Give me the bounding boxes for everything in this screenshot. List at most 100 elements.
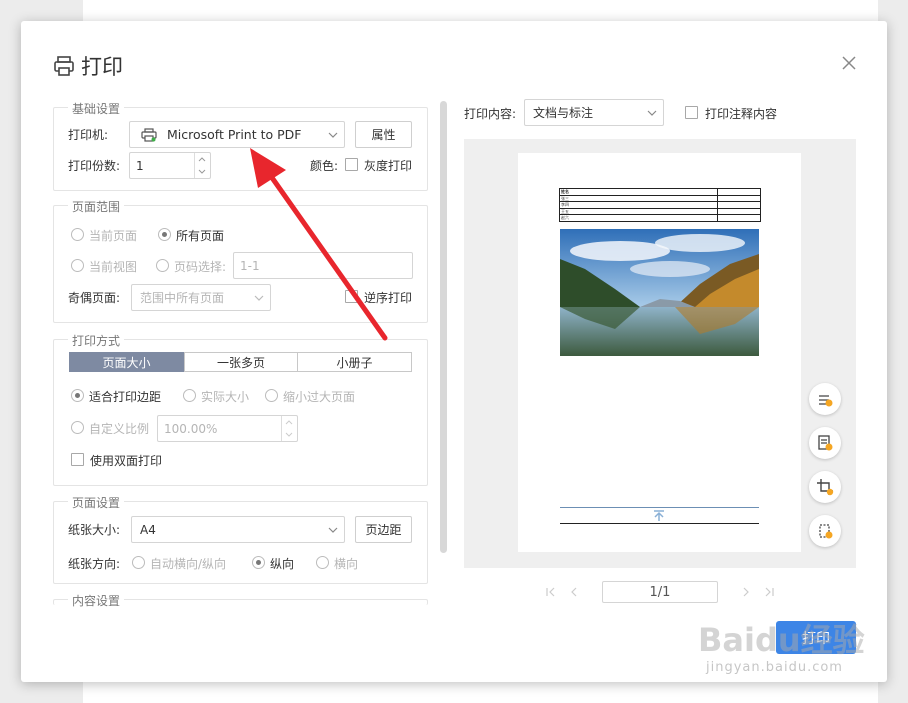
landscape-photo [560,229,759,356]
page-footer-line-bottom [560,523,759,524]
chevron-down-icon [647,110,657,116]
page-select-input[interactable]: 1-1 [233,252,413,279]
grayscale-label[interactable]: 灰度打印 [364,157,412,174]
duplex-label[interactable]: 使用双面打印 [90,452,162,469]
settings-scrollbar[interactable] [440,101,447,553]
content-settings-legend: 内容设置 [68,592,125,609]
actual-size-radio[interactable] [183,389,196,402]
margins-button[interactable]: 页边距 [355,516,412,543]
paper-size-select[interactable]: A4 [131,516,345,543]
printer-label: 打印机: [68,128,109,142]
grayscale-checkbox[interactable] [345,158,358,171]
page-settings-button[interactable] [809,427,841,459]
custom-scale-input[interactable]: 100.00% [157,415,298,442]
print-annotation-checkbox[interactable] [685,106,698,119]
page-range-legend: 页面范围 [68,198,125,215]
printer-small-icon [141,127,157,142]
page-indicator[interactable]: 1/1 [602,581,718,603]
preview-table: 姓名 张三 李四 王五 赵六 [559,188,762,222]
chevron-down-icon [328,132,338,138]
next-page-icon[interactable] [740,586,752,598]
custom-scale-radio[interactable] [71,421,84,434]
print-content-select[interactable]: 文档与标注 [524,99,664,126]
printer-select[interactable]: Microsoft Print to PDF [129,121,345,148]
printer-value: Microsoft Print to PDF [167,127,302,142]
preview-area: 姓名 张三 李四 王五 赵六 [464,139,856,568]
crop-button[interactable] [809,471,841,503]
properties-button[interactable]: 属性 [355,121,412,148]
portrait-radio[interactable] [252,556,265,569]
chevron-down-icon [254,295,264,301]
basic-settings-group: 基础设置 打印机: Microsoft Print to PDF 属性 打印份数… [53,100,428,191]
baidu-watermark-url: jingyan.baidu.com [706,660,843,675]
document-icon [818,435,833,451]
fit-width-icon [819,395,833,407]
chevron-down-icon[interactable] [195,166,209,178]
landscape-radio[interactable] [316,556,329,569]
zoom-fit-button[interactable] [809,383,841,415]
last-page-icon[interactable] [763,586,775,598]
dialog-title: 打印 [53,51,123,81]
print-mode-group: 打印方式 页面大小 一张多页 小册子 适合打印边距 实际大小 缩小过大页面 自定… [53,332,428,486]
copies-input[interactable]: 1 [129,152,211,179]
page-range-group: 页面范围 当前页面 所有页面 当前视图 页码选择: 1-1 奇偶页面: 范围中所… [53,198,428,323]
chevron-down-icon [328,527,338,533]
tab-multi-page[interactable]: 一张多页 [184,352,298,372]
printer-icon [54,56,74,76]
odd-even-select[interactable]: 范围中所有页面 [131,284,271,311]
odd-even-value: 范围中所有页面 [140,291,225,305]
crop-icon [817,479,834,496]
color-label: 颜色: [310,159,339,173]
paper-size-value: A4 [140,522,156,537]
auto-orientation-radio[interactable] [132,556,145,569]
duplex-checkbox[interactable] [71,453,84,466]
custom-scale-stepper[interactable] [281,416,297,441]
table-cell: 赵六 [559,214,718,222]
portrait-label[interactable]: 纵向 [270,555,294,572]
current-page-label[interactable]: 当前页面 [89,227,137,244]
tab-booklet[interactable]: 小册子 [297,352,412,372]
chevron-down-icon[interactable] [282,429,296,441]
page-footer-line-top [560,507,759,508]
basic-settings-legend: 基础设置 [68,100,125,117]
page-setup-legend: 页面设置 [68,494,125,511]
reverse-checkbox[interactable] [345,290,358,303]
page-select-label[interactable]: 页码选择: [174,258,226,275]
rotate-button[interactable] [809,515,841,547]
chevron-up-icon[interactable] [195,153,209,165]
copies-stepper[interactable] [194,153,210,178]
table-row: 赵六 [559,214,762,222]
landscape-label[interactable]: 横向 [334,555,358,572]
shrink-large-radio[interactable] [265,389,278,402]
print-mode-legend: 打印方式 [68,332,125,349]
custom-scale-label[interactable]: 自定义比例 [89,420,149,437]
auto-orientation-label[interactable]: 自动横向/纵向 [150,555,226,572]
first-page-icon[interactable] [545,586,557,598]
table-cell [716,214,762,222]
page-select-radio[interactable] [156,259,169,272]
current-page-radio[interactable] [71,228,84,241]
print-annotation-label[interactable]: 打印注释内容 [705,105,777,122]
reverse-label[interactable]: 逆序打印 [364,289,412,306]
tab-page-size[interactable]: 页面大小 [69,352,184,372]
content-settings-group: 内容设置 [53,592,428,609]
page-select-placeholder: 1-1 [240,258,260,273]
copies-value: 1 [136,158,144,173]
collapse-arrow-icon[interactable] [652,510,666,522]
fit-margin-radio[interactable] [71,389,84,402]
odd-even-label: 奇偶页面: [68,291,121,305]
fit-margin-label[interactable]: 适合打印边距 [89,388,161,405]
close-icon[interactable] [841,55,857,71]
print-content-value: 文档与标注 [533,106,594,120]
all-pages-label[interactable]: 所有页面 [176,227,224,244]
all-pages-radio[interactable] [158,228,171,241]
prev-page-icon[interactable] [568,586,580,598]
print-dialog: 打印 基础设置 打印机: Microsoft Print to PDF 属性 打… [21,21,887,682]
current-view-label[interactable]: 当前视图 [89,258,137,275]
current-view-radio[interactable] [71,259,84,272]
chevron-up-icon[interactable] [282,416,296,428]
actual-size-label[interactable]: 实际大小 [201,388,249,405]
page-setup-group: 页面设置 纸张大小: A4 页边距 纸张方向: 自动横向/纵向 纵向 横向 [53,494,428,584]
baidu-watermark: Baidu经验 [698,621,865,659]
shrink-large-label[interactable]: 缩小过大页面 [283,388,355,405]
